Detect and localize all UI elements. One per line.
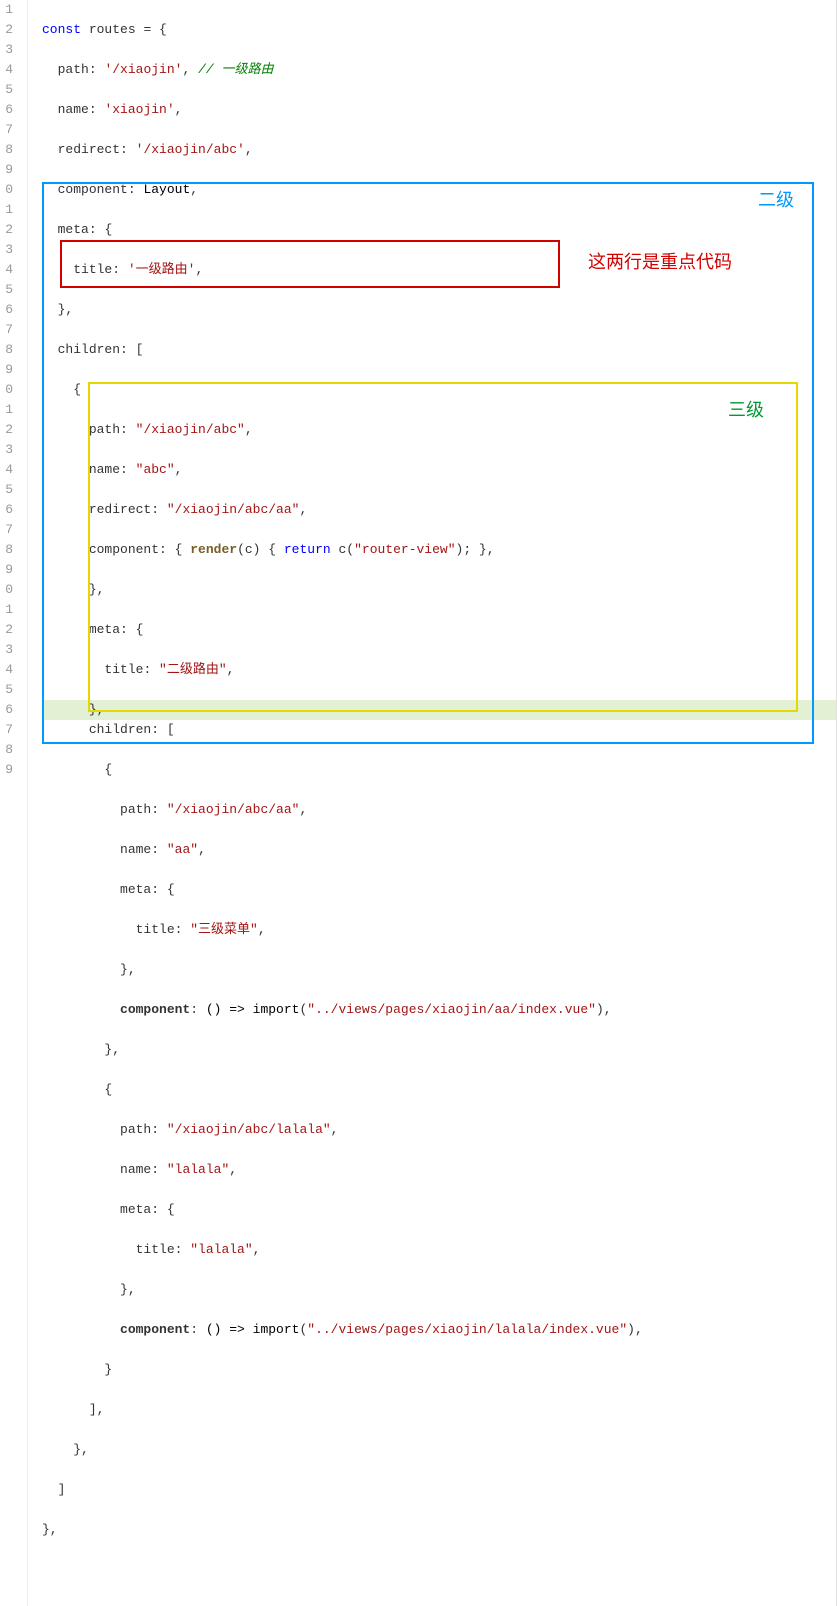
line-number: 8 xyxy=(0,740,17,760)
code-line: meta: { xyxy=(42,220,836,240)
code-line: meta: { xyxy=(42,620,836,640)
line-number: 5 xyxy=(0,680,17,700)
code-line: name: 'xiaojin', xyxy=(42,100,836,120)
code-line: } xyxy=(42,1360,836,1380)
code-line: }, xyxy=(42,580,836,600)
code-line: component: Layout, xyxy=(42,180,836,200)
line-number: 6 xyxy=(0,300,17,320)
code-line: component: { render(c) { return c("route… xyxy=(42,540,836,560)
code-line: }, xyxy=(42,300,836,320)
line-number: 9 xyxy=(0,160,17,180)
line-number: 7 xyxy=(0,720,17,740)
line-number: 4 xyxy=(0,260,17,280)
line-number: 9 xyxy=(0,560,17,580)
line-number: 5 xyxy=(0,280,17,300)
line-number: 3 xyxy=(0,640,17,660)
line-number: 3 xyxy=(0,440,17,460)
line-number: 6 xyxy=(0,700,17,720)
line-number: 9 xyxy=(0,760,17,780)
line-number: 1 xyxy=(0,0,17,20)
line-number: 0 xyxy=(0,380,17,400)
code-line: }, xyxy=(42,1520,836,1540)
line-number: 4 xyxy=(0,460,17,480)
code-line: name: "aa", xyxy=(42,840,836,860)
code-line: name: "lalala", xyxy=(42,1160,836,1180)
code-line: title: '一级路由', xyxy=(42,260,836,280)
code-line: }, xyxy=(42,1280,836,1300)
line-number: 0 xyxy=(0,180,17,200)
code-area[interactable]: const routes = { path: '/xiaojin', // 一级… xyxy=(28,0,836,1606)
code-line: }, xyxy=(42,1040,836,1060)
code-line: }, xyxy=(42,960,836,980)
line-number: 2 xyxy=(0,220,17,240)
code-line: path: "/xiaojin/abc", xyxy=(42,420,836,440)
code-line: name: "abc", xyxy=(42,460,836,480)
code-line: const routes = { xyxy=(42,20,836,40)
code-line: children: [ xyxy=(42,340,836,360)
line-number: 3 xyxy=(0,40,17,60)
line-number: 8 xyxy=(0,340,17,360)
code-line: ] xyxy=(42,1480,836,1500)
code-line: component: () => import("../views/pages/… xyxy=(42,1000,836,1020)
line-number: 4 xyxy=(0,60,17,80)
line-number: 1 xyxy=(0,200,17,220)
line-number: 3 xyxy=(0,240,17,260)
line-number: 7 xyxy=(0,520,17,540)
code-line: path: "/xiaojin/abc/aa", xyxy=(42,800,836,820)
line-number: 5 xyxy=(0,80,17,100)
code-line: meta: { xyxy=(42,1200,836,1220)
line-number: 2 xyxy=(0,20,17,40)
line-number: 5 xyxy=(0,480,17,500)
line-number: 7 xyxy=(0,320,17,340)
line-number: 1 xyxy=(0,400,17,420)
line-number-gutter: 1 2 3 4 5 6 7 8 9 0 1 2 3 4 5 6 7 8 9 0 … xyxy=(0,0,28,1606)
code-line: title: "二级路由", xyxy=(42,660,836,680)
line-number: 7 xyxy=(0,120,17,140)
line-number: 8 xyxy=(0,540,17,560)
code-line: { xyxy=(42,760,836,780)
line-number: 8 xyxy=(0,140,17,160)
line-number: 4 xyxy=(0,660,17,680)
line-number: 1 xyxy=(0,600,17,620)
code-line: component: () => import("../views/pages/… xyxy=(42,1320,836,1340)
code-line-highlighted: }, xyxy=(42,700,836,720)
code-line: title: "lalala", xyxy=(42,1240,836,1260)
code-line: meta: { xyxy=(42,880,836,900)
annotation-label-level3: 三级 xyxy=(728,400,764,420)
line-number: 6 xyxy=(0,500,17,520)
line-number: 2 xyxy=(0,620,17,640)
code-line: }, xyxy=(42,1440,836,1460)
code-line: { xyxy=(42,1080,836,1100)
code-line: { xyxy=(42,380,836,400)
line-number: 9 xyxy=(0,360,17,380)
line-number: 2 xyxy=(0,420,17,440)
code-line: children: [ xyxy=(42,720,836,740)
code-line: path: '/xiaojin', // 一级路由 xyxy=(42,60,836,80)
code-line: redirect: "/xiaojin/abc/aa", xyxy=(42,500,836,520)
code-line: ], xyxy=(42,1400,836,1420)
line-number: 0 xyxy=(0,580,17,600)
code-line: title: "三级菜单", xyxy=(42,920,836,940)
code-line: path: "/xiaojin/abc/lalala", xyxy=(42,1120,836,1140)
code-editor: 1 2 3 4 5 6 7 8 9 0 1 2 3 4 5 6 7 8 9 0 … xyxy=(0,0,837,1606)
line-number: 6 xyxy=(0,100,17,120)
code-line: redirect: '/xiaojin/abc', xyxy=(42,140,836,160)
